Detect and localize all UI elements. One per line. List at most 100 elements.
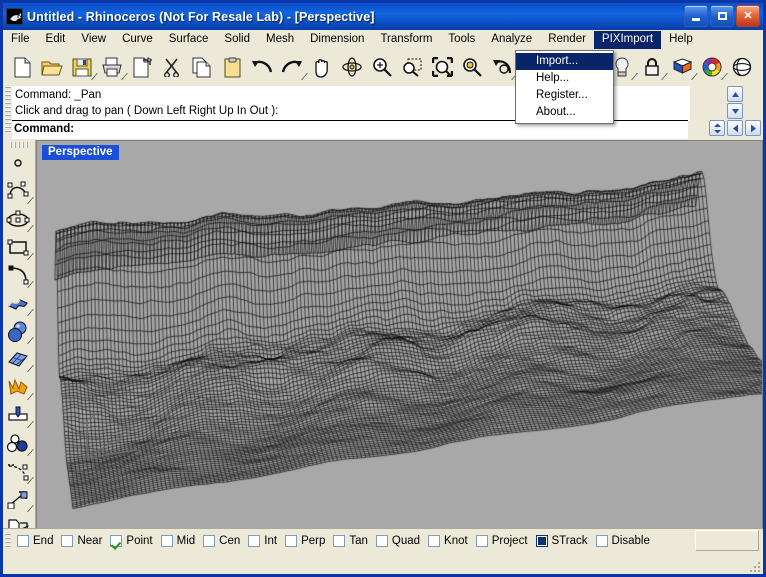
osnap-project[interactable]: Project (473, 532, 531, 550)
menu-help[interactable]: Help (661, 31, 701, 49)
menu-dimension[interactable]: Dimension (302, 31, 372, 49)
status-pane (695, 530, 759, 551)
trim-tool-icon[interactable] (3, 401, 34, 429)
menu-curve[interactable]: Curve (114, 31, 161, 49)
print-setup-icon[interactable] (127, 53, 157, 81)
chevron-right-icon[interactable] (745, 120, 761, 136)
osnap-int[interactable]: Int (245, 532, 280, 550)
osnap-point-label: Point (126, 534, 153, 547)
sphere-solid-icon[interactable] (3, 317, 34, 345)
mesh-tool-icon[interactable] (3, 345, 34, 373)
menu-item-help[interactable]: Help... (516, 70, 613, 87)
osnap-end[interactable]: End (14, 532, 56, 550)
zoom-icon[interactable] (367, 53, 397, 81)
viewport-label[interactable]: Perspective (42, 145, 119, 160)
osnap-strack[interactable]: STrack (533, 532, 591, 550)
copy-icon[interactable] (187, 53, 217, 81)
menu-view[interactable]: View (73, 31, 114, 49)
chevron-left-icon[interactable] (727, 120, 743, 136)
osnap-knot-label: Knot (444, 534, 468, 547)
osnap-quad-checkbox[interactable] (375, 534, 388, 547)
color-wheel-icon[interactable] (697, 53, 728, 81)
undo-view-icon[interactable] (487, 53, 518, 81)
surface-tool-icon[interactable] (3, 289, 34, 317)
osnap-cen-checkbox[interactable] (203, 534, 216, 547)
osnap-strack-checkbox[interactable] (535, 534, 548, 547)
print-icon[interactable] (97, 53, 128, 81)
curve-edit-icon[interactable] (3, 457, 34, 485)
osnap-tan[interactable]: Tan (330, 532, 371, 550)
osnap-strack-label: STrack (551, 534, 588, 547)
osnap-int-checkbox[interactable] (248, 534, 261, 547)
minimize-button[interactable] (684, 5, 708, 27)
save-disk-icon[interactable] (67, 53, 98, 81)
menu-mesh[interactable]: Mesh (258, 31, 302, 49)
lock-icon[interactable] (637, 53, 668, 81)
menu-render[interactable]: Render (540, 31, 594, 49)
osnap-point[interactable]: Point (107, 532, 155, 550)
axis-indicator: z y x (86, 411, 142, 459)
left-toolbar (3, 140, 36, 540)
layers-icon[interactable] (667, 53, 698, 81)
rectangle-tool-icon[interactable] (3, 233, 34, 261)
menu-edit[interactable]: Edit (38, 31, 74, 49)
cut-scissors-icon[interactable] (157, 53, 187, 81)
menu-item-import[interactable]: Import... (516, 53, 613, 70)
chevron-up-icon[interactable] (727, 86, 743, 102)
osnap-point-checkbox[interactable] (110, 534, 123, 547)
zoom-extents-icon[interactable] (427, 53, 457, 81)
menu-piximport[interactable]: PIXImport (593, 31, 662, 49)
osnap-near[interactable]: Near (58, 532, 105, 550)
osnap-end-checkbox[interactable] (17, 534, 29, 547)
osnap-project-checkbox[interactable] (475, 534, 488, 547)
zoom-selected-icon[interactable] (457, 53, 487, 81)
paste-clipboard-icon[interactable] (217, 53, 247, 81)
chevron-down-icon[interactable] (727, 103, 743, 119)
open-folder-icon[interactable] (37, 53, 67, 81)
osnap-perp-checkbox[interactable] (285, 534, 298, 547)
redo-arrow-icon[interactable] (277, 53, 308, 81)
menu-item-about[interactable]: About... (516, 104, 613, 121)
statusbar-grip[interactable] (5, 532, 11, 549)
rotate-view-icon[interactable] (337, 53, 367, 81)
close-button[interactable]: ✕ (736, 5, 760, 27)
arc-tool-icon[interactable] (3, 261, 34, 289)
osnap-mid-checkbox[interactable] (160, 534, 173, 547)
osnap-perp[interactable]: Perp (282, 532, 328, 550)
wireframe-sphere-icon[interactable] (757, 53, 763, 81)
osnap-quad[interactable]: Quad (373, 532, 423, 550)
osnap-knot-checkbox[interactable] (428, 534, 441, 547)
window-title: Untitled - Rhinoceros (Not For Resale La… (27, 9, 375, 24)
osnap-near-checkbox[interactable] (61, 534, 74, 547)
pan-hand-icon[interactable] (307, 53, 337, 81)
boolean-circles-icon[interactable] (3, 429, 34, 457)
spinner-icon[interactable] (709, 120, 725, 136)
menu-item-register[interactable]: Register... (516, 87, 613, 104)
left-toolbar-grip[interactable] (10, 142, 28, 148)
menu-analyze[interactable]: Analyze (483, 31, 540, 49)
move-tool-icon[interactable] (3, 485, 34, 513)
command-grip[interactable] (5, 86, 11, 134)
explode-icon[interactable] (3, 373, 34, 401)
new-file-icon[interactable] (7, 53, 37, 81)
resize-grip[interactable] (746, 558, 760, 572)
zoom-window-icon[interactable] (397, 53, 427, 81)
menu-tools[interactable]: Tools (440, 31, 483, 49)
menu-file[interactable]: File (3, 31, 38, 49)
menu-solid[interactable]: Solid (216, 31, 258, 49)
osnap-knot[interactable]: Knot (425, 532, 471, 550)
osnap-disable[interactable]: Disable (593, 532, 653, 550)
point-tool-icon[interactable] (3, 149, 33, 177)
osnap-disable-checkbox[interactable] (595, 534, 608, 547)
shade-sphere-icon[interactable] (727, 53, 757, 81)
perspective-viewport[interactable]: Perspective z y x (36, 140, 763, 529)
ellipse-tool-icon[interactable] (3, 205, 34, 233)
curve-control-points-icon[interactable] (3, 177, 34, 205)
osnap-cen[interactable]: Cen (200, 532, 243, 550)
undo-arrow-icon[interactable] (247, 53, 277, 81)
osnap-mid[interactable]: Mid (158, 532, 199, 550)
menu-surface[interactable]: Surface (161, 31, 217, 49)
osnap-tan-checkbox[interactable] (333, 534, 346, 547)
maximize-button[interactable] (710, 5, 734, 27)
menu-transform[interactable]: Transform (372, 31, 440, 49)
